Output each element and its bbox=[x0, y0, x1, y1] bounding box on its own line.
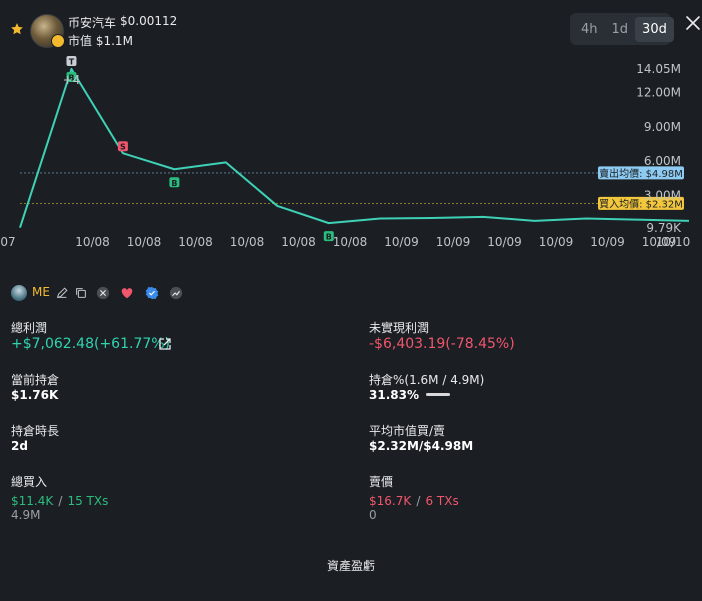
x-tick-label: 07 bbox=[0, 235, 15, 249]
holding-pct-label: 持倉%(1.6M / 4.9M) bbox=[369, 373, 485, 387]
x-tick-label: 10/08 bbox=[281, 235, 316, 249]
duration-value: 2d bbox=[11, 439, 28, 453]
market-cap: 市值 $1.1M bbox=[68, 32, 133, 49]
verified-badge-icon[interactable] bbox=[145, 286, 159, 300]
x-twitter-icon[interactable] bbox=[96, 286, 110, 300]
unrealized-pnl-label: 未實現利潤 bbox=[369, 321, 430, 335]
x-tick-label: 10/09 bbox=[436, 235, 471, 249]
total-pnl-value: +$7,062.48(+61.77%) bbox=[11, 336, 171, 352]
y-tick-label: 12.00M bbox=[636, 85, 681, 99]
marker-buy-5: B bbox=[326, 233, 332, 242]
marker-count: +4 bbox=[63, 73, 81, 87]
y-tick-label: 9.00M bbox=[644, 120, 681, 134]
total-buy-tokens: 4.9M bbox=[11, 508, 41, 522]
avg-mcap-value: $2.32M/$4.98M bbox=[369, 439, 474, 453]
total-buy-amount: $11.4K bbox=[11, 494, 54, 508]
wallet-avatar bbox=[11, 285, 27, 301]
wallet-name[interactable]: ME bbox=[32, 285, 50, 299]
holding-pct-value: 31.83% bbox=[369, 388, 419, 402]
close-icon[interactable] bbox=[684, 14, 702, 32]
x-tick-label: 10/10 bbox=[656, 235, 691, 249]
sell-txs: 6 TXs bbox=[425, 494, 459, 508]
total-pnl-label: 總利潤 bbox=[11, 321, 48, 335]
asset-pnl-footer[interactable]: 資產盈虧 bbox=[0, 557, 702, 574]
x-tick-label: 10/08 bbox=[178, 235, 213, 249]
marker-sell-3: S bbox=[120, 143, 126, 152]
y-tick-label: 14.05M bbox=[636, 62, 681, 76]
copy-icon[interactable] bbox=[74, 286, 88, 300]
x-tick-label: 10/09 bbox=[590, 235, 625, 249]
sell-label: 賣價 bbox=[369, 475, 394, 489]
market-cap-value: $1.1M bbox=[95, 34, 133, 48]
favorite-star-icon[interactable] bbox=[10, 22, 24, 36]
x-tick-label: 10/08 bbox=[230, 235, 265, 249]
y-tick-label: 6.00M bbox=[644, 154, 681, 168]
sell-amount: $16.7K bbox=[369, 494, 412, 508]
timeframe-1d[interactable]: 1d bbox=[605, 17, 636, 42]
sell-summary: $16.7K / 6 TXs bbox=[369, 490, 459, 509]
timeframe-30d[interactable]: 30d bbox=[635, 16, 674, 42]
chain-badge-icon bbox=[51, 34, 65, 48]
timeframe-selector: 4h 1d 30d bbox=[570, 13, 674, 45]
total-buy-summary: $11.4K / 15 TXs bbox=[11, 490, 108, 509]
chart-link-icon[interactable] bbox=[169, 286, 183, 300]
x-tick-label: 10/08 bbox=[127, 235, 162, 249]
timeframe-4h[interactable]: 4h bbox=[574, 17, 605, 42]
y-tick-label: 3.00M bbox=[644, 189, 681, 203]
x-tick-label: 10/09 bbox=[539, 235, 574, 249]
total-buy-txs: 15 TXs bbox=[67, 494, 109, 508]
x-tick-label: 10/08 bbox=[333, 235, 368, 249]
avg-mcap-label: 平均市值買/賣 bbox=[369, 424, 446, 438]
holding-label: 當前持倉 bbox=[11, 373, 60, 387]
marker-t-0: T bbox=[69, 58, 75, 67]
x-tick-label: 10/08 bbox=[75, 235, 110, 249]
heart-icon[interactable] bbox=[120, 286, 134, 300]
market-cap-label: 市值 bbox=[68, 34, 93, 48]
total-buy-separator: / bbox=[58, 494, 63, 508]
unrealized-pnl-value: -$6,403.19(-78.45%) bbox=[369, 336, 515, 352]
ref-label-0: 賣出均價: $4.98M bbox=[599, 167, 683, 180]
x-tick-label: 10/09 bbox=[384, 235, 419, 249]
token-price: $0.00112 bbox=[120, 14, 178, 28]
edit-icon[interactable] bbox=[55, 286, 69, 300]
x-tick-label: 10/09 bbox=[487, 235, 522, 249]
mcap-line-chart: 賣出均價: $4.98M買入均價: $2.32M TB+4SBB 14.05M1… bbox=[0, 56, 691, 249]
duration-label: 持倉時長 bbox=[11, 424, 60, 438]
total-buy-label: 總買入 bbox=[11, 475, 48, 489]
marker-buy-4: B bbox=[171, 179, 177, 188]
sell-tokens: 0 bbox=[369, 508, 377, 522]
y-tick-label: 9.79K bbox=[646, 221, 682, 235]
holding-pct-bar bbox=[426, 393, 450, 396]
external-link-icon[interactable] bbox=[158, 337, 172, 351]
token-name: 币安汽车 bbox=[68, 16, 117, 30]
holding-value: $1.76K bbox=[11, 388, 59, 402]
sell-separator: / bbox=[416, 494, 421, 508]
